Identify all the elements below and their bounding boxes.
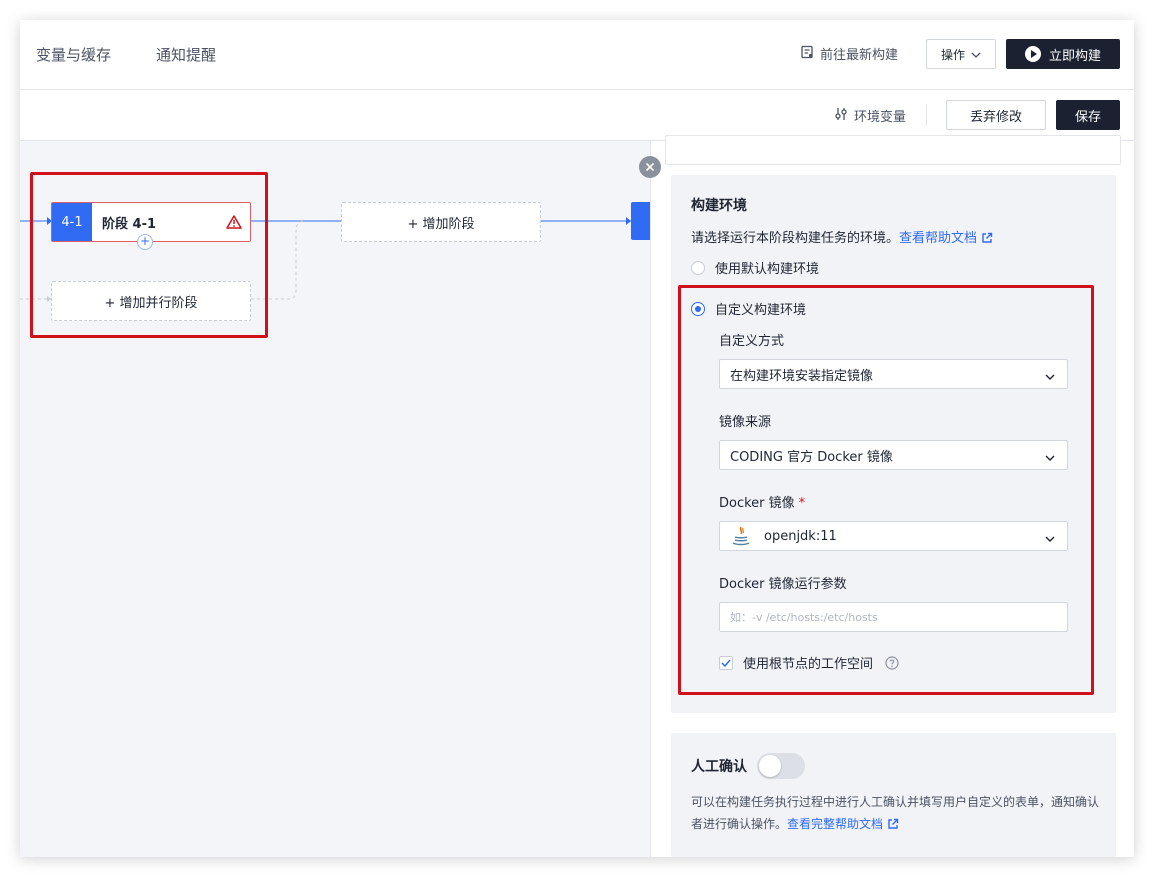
build-env-section: 构建环境 请选择运行本阶段构建任务的环境。查看帮助文档 使用默认构建环境 自定义… — [671, 175, 1116, 713]
stage-name: 阶段 4-1 — [102, 216, 157, 232]
radio-default-env[interactable]: 使用默认构建环境 — [691, 258, 819, 277]
external-link-icon — [981, 232, 993, 248]
goto-latest-build-link[interactable]: 前往最新构建 — [800, 44, 898, 63]
root-workspace-checkbox[interactable] — [719, 655, 733, 670]
radio-custom[interactable] — [691, 301, 705, 316]
radio-default-label: 使用默认构建环境 — [715, 262, 820, 277]
radio-custom-label: 自定义构建环境 — [715, 303, 807, 318]
toolbar-divider — [926, 104, 927, 126]
discard-changes-button[interactable]: 丢弃修改 — [946, 100, 1046, 130]
chevron-down-icon — [1045, 369, 1055, 384]
docker-args-input[interactable] — [719, 602, 1068, 632]
document-icon — [800, 45, 814, 63]
custom-mode-value: 在构建环境安装指定镜像 — [730, 368, 874, 384]
build-now-button[interactable]: 立即构建 — [1006, 39, 1120, 69]
env-vars-button[interactable]: 环境变量 — [834, 106, 906, 125]
pipeline-canvas: 4-1 阶段 4-1 + + 增加并行阶段 + 增加阶段 — [20, 141, 651, 857]
required-mark: * — [798, 496, 806, 511]
chevron-down-icon — [1045, 531, 1055, 546]
radio-default[interactable] — [691, 260, 705, 275]
root-workspace-checkbox-row[interactable]: 使用根节点的工作空间 — [719, 653, 899, 672]
stage-settings-panel: 构建环境 请选择运行本阶段构建任务的环境。查看帮助文档 使用默认构建环境 自定义… — [650, 135, 1134, 857]
build-env-desc-text: 请选择运行本阶段构建任务的环境。 — [691, 231, 900, 246]
top-nav: 变量与缓存 通知提醒 前往最新构建 操作 立即构建 — [20, 20, 1134, 90]
stage-id-badge: 4-1 — [52, 203, 92, 241]
play-icon — [1024, 46, 1041, 62]
tab-notifications[interactable]: 通知提醒 — [156, 44, 216, 65]
manual-confirm-row: 人工确认 — [691, 753, 805, 779]
image-source-select[interactable]: CODING 官方 Docker 镜像 — [719, 440, 1068, 470]
operations-dropdown[interactable]: 操作 — [926, 39, 996, 69]
java-icon — [730, 525, 752, 547]
manual-confirm-title: 人工确认 — [691, 759, 747, 775]
save-button[interactable]: 保存 — [1056, 100, 1120, 130]
custom-mode-select[interactable]: 在构建环境安装指定镜像 — [719, 359, 1068, 389]
operations-label: 操作 — [940, 47, 965, 62]
root-workspace-label: 使用根节点的工作空间 — [743, 657, 874, 672]
build-now-label: 立即构建 — [1048, 48, 1101, 64]
manual-confirm-toggle[interactable] — [757, 753, 805, 779]
help-circle-icon[interactable] — [885, 655, 899, 670]
custom-mode-label: 自定义方式 — [719, 334, 785, 349]
close-icon[interactable] — [639, 156, 661, 178]
docker-image-value: openjdk:11 — [764, 528, 837, 544]
chevron-down-icon — [1045, 450, 1055, 465]
radio-custom-env[interactable]: 自定义构建环境 — [691, 299, 806, 318]
editor-toolbar: 环境变量 丢弃修改 保存 — [20, 90, 1134, 141]
docker-image-label: Docker 镜像 * — [719, 492, 805, 511]
tab-variables-cache[interactable]: 变量与缓存 — [36, 44, 111, 65]
help-doc-link[interactable]: 查看帮助文档 — [899, 231, 977, 246]
env-vars-label: 环境变量 — [854, 110, 907, 125]
image-source-label: 镜像来源 — [719, 415, 772, 430]
add-stage-button[interactable]: + 增加阶段 — [341, 202, 541, 242]
build-env-desc: 请选择运行本阶段构建任务的环境。查看帮助文档 — [691, 227, 993, 248]
build-env-title: 构建环境 — [691, 198, 747, 214]
docker-image-select[interactable]: openjdk:11 — [719, 521, 1068, 551]
docker-image-label-text: Docker 镜像 — [719, 496, 795, 511]
panel-top-field[interactable] — [665, 135, 1121, 165]
manual-confirm-section: 人工确认 可以在构建任务执行过程中进行人工确认并填写用户自定义的表单，通知确认者… — [671, 733, 1116, 857]
manual-confirm-desc: 可以在构建任务执行过程中进行人工确认并填写用户自定义的表单，通知确认者进行确认操… — [691, 791, 1101, 837]
next-stage-node[interactable] — [631, 202, 651, 240]
docker-args-label: Docker 镜像运行参数 — [719, 577, 847, 592]
full-help-doc-link[interactable]: 查看完整帮助文档 — [787, 817, 883, 831]
goto-latest-label: 前往最新构建 — [820, 48, 899, 63]
warning-icon — [226, 215, 242, 229]
external-link-icon — [887, 815, 899, 837]
app-window: 变量与缓存 通知提醒 前往最新构建 操作 立即构建 环境变量 丢弃修改 保存 4… — [20, 20, 1134, 857]
sliders-icon — [834, 107, 848, 125]
image-source-value: CODING 官方 Docker 镜像 — [730, 449, 893, 465]
add-parallel-stage-button[interactable]: + 增加并行阶段 — [51, 281, 251, 321]
add-task-plus-icon[interactable]: + — [137, 234, 153, 250]
chevron-down-icon — [971, 47, 981, 61]
